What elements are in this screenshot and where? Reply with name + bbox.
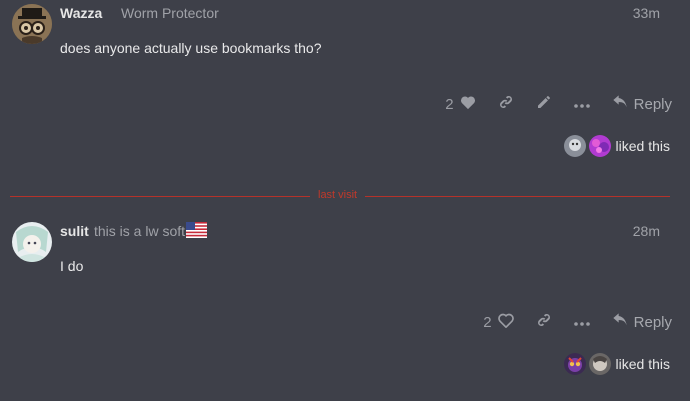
user-title: this is a lw soft [94,223,186,239]
like-count: 2 [483,313,492,331]
reply-icon [612,95,634,113]
likers-row: liked this [563,353,670,375]
link-icon [536,312,552,332]
link-icon [498,94,514,114]
copy-link-button[interactable] [498,94,514,114]
more-button[interactable] [573,96,590,113]
like-button[interactable]: 2 [483,313,514,332]
post-content: I do [60,258,84,274]
post-content: does anyone actually use bookmarks tho? [60,40,322,56]
liked-this-text: liked this [615,356,670,372]
reply-icon [612,313,634,331]
liker-avatar[interactable] [563,353,586,375]
reply-button[interactable]: Reply [612,95,672,113]
reply-button[interactable]: Reply [612,313,672,331]
like-count: 2 [445,95,454,113]
likers-row: liked this [563,135,670,157]
post-time[interactable]: 33m [633,5,660,21]
avatar-sulit[interactable] [12,222,52,262]
copy-link-button[interactable] [536,312,552,332]
pencil-icon [536,94,552,114]
post-time[interactable]: 28m [633,223,660,239]
post-sulit: sulit this is a lw soft 28m I do 2 Reply… [0,210,690,401]
more-icon [573,314,590,331]
post-actions: 2 Reply [461,307,672,337]
avatar-wazza[interactable] [12,4,52,44]
heart-outline-icon [497,313,514,332]
author-name[interactable]: sulit [60,223,89,239]
edit-button[interactable] [536,94,552,114]
more-icon [573,96,590,113]
reply-label: Reply [633,313,672,331]
liker-avatar[interactable] [588,353,611,375]
liker-avatar[interactable] [563,135,586,157]
heart-icon [460,95,476,114]
like-button[interactable]: 2 [445,95,475,114]
post-actions: 2 Reply [423,89,672,119]
reply-label: Reply [633,95,672,113]
us-flag-icon [186,222,207,243]
user-title: Worm Protector [121,5,219,21]
author-name[interactable]: Wazza [60,5,102,21]
liked-this-text: liked this [615,138,670,154]
last-visit-label: last visit [310,189,366,201]
more-button[interactable] [573,314,590,331]
liker-avatar[interactable] [588,135,611,157]
post-wazza: Wazza Worm Protector 33m does anyone act… [0,0,690,170]
